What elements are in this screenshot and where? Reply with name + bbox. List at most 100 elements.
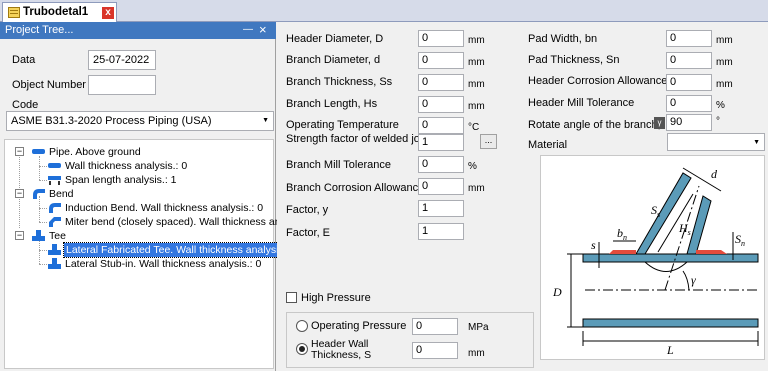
branch-thickness-unit: mm — [468, 79, 485, 90]
pad-width-value: 0 — [670, 32, 677, 44]
left-pad — [609, 250, 636, 254]
dim-gamma-label: γ — [691, 273, 696, 287]
right-pad — [696, 250, 727, 254]
dim-bn-label: bn — [617, 226, 627, 242]
tab-trubodetal1[interactable]: Trubodetal1 x — [2, 2, 117, 22]
tab-close-icon[interactable]: x — [102, 7, 114, 19]
branch-diameter-label: Branch Diameter, d — [286, 54, 381, 66]
operating-pressure-radio[interactable] — [296, 320, 308, 332]
collapse-icon[interactable]: − — [15, 231, 24, 240]
operating-temperature-field[interactable]: 0 — [418, 117, 464, 134]
lateral-tee-diagram: d Ss Hs bn Sn s D γ L — [540, 155, 765, 360]
header-wall-label-line2: Thickness, S — [311, 349, 372, 361]
miter-bend-icon — [49, 217, 61, 227]
factor-e-label: Factor, E — [286, 227, 331, 239]
operating-pressure-label: Operating Pressure — [311, 320, 407, 332]
object-number-field[interactable] — [88, 75, 156, 95]
pad-width-label: Pad Width, bn — [528, 33, 598, 45]
pad-thickness-label: Pad Thickness, Sn — [528, 54, 620, 66]
pad-thickness-unit: mm — [716, 57, 733, 68]
branch-corrosion-field[interactable]: 0 — [418, 178, 464, 195]
tree-node-label: Pipe. Above ground — [49, 146, 141, 158]
tree-node-label: Span length analysis.: 1 — [65, 174, 177, 186]
document-icon — [8, 7, 20, 18]
header-wall-thickness-unit: mm — [468, 348, 485, 359]
collapse-icon[interactable]: − — [15, 189, 24, 198]
branch-mill-tolerance-field[interactable]: 0 — [418, 156, 464, 173]
strength-factor-browse-button[interactable]: ... — [480, 134, 497, 149]
operating-temperature-unit: °C — [468, 122, 480, 133]
factor-y-value: 1 — [422, 202, 429, 214]
panel-close-icon[interactable]: × — [259, 22, 267, 37]
dim-hs-label: Hs — [678, 221, 691, 237]
data-label: Data — [12, 54, 36, 66]
factor-y-field[interactable]: 1 — [418, 200, 464, 217]
high-pressure-label: High Pressure — [301, 292, 371, 304]
header-diameter-label: Header Diameter, D — [286, 33, 384, 45]
lateral-tee-drawing: d Ss Hs bn Sn s D γ L — [552, 167, 759, 357]
operating-temperature-value: 0 — [422, 119, 429, 131]
tree-node-label: Miter bend (closely spaced). Wall thickn… — [65, 216, 310, 228]
operating-pressure-field[interactable]: 0 — [412, 318, 458, 335]
branch-thickness-field[interactable]: 0 — [418, 74, 464, 91]
branch-diameter-field[interactable]: 0 — [418, 52, 464, 69]
data-field-value: 25-07-2022 — [93, 54, 150, 66]
data-field[interactable]: 25-07-2022 — [88, 50, 156, 70]
branch-diameter-unit: mm — [468, 57, 485, 68]
tree-node-label: Lateral Stub-in. Wall thickness analysis… — [65, 258, 262, 270]
material-select[interactable]: ▼ — [667, 133, 765, 151]
branch-diameter-value: 0 — [422, 54, 429, 66]
header-mill-tolerance-field[interactable]: 0 — [666, 95, 712, 112]
pad-thickness-value: 0 — [670, 54, 677, 66]
header-diameter-field[interactable]: 0 — [418, 30, 464, 47]
header-corrosion-label: Header Corrosion Allowance — [528, 75, 668, 87]
header-mill-tolerance-unit: % — [716, 100, 725, 111]
pipe-icon — [48, 163, 61, 168]
rotate-angle-unit: ° — [716, 116, 720, 127]
branch-length-value: 0 — [422, 98, 429, 110]
header-corrosion-value: 0 — [670, 76, 677, 88]
tee-icon — [48, 244, 61, 255]
pipe-icon — [32, 149, 45, 154]
branch-thickness-label: Branch Thickness, Ss — [286, 76, 393, 88]
code-label: Code — [12, 99, 39, 111]
pin-icon[interactable]: — — [243, 24, 253, 35]
code-select[interactable]: ASME B31.3-2020 Process Piping (USA) ▼ — [6, 111, 274, 131]
dim-d-label: d — [711, 167, 718, 181]
project-tree-view[interactable]: − Pipe. Above ground Wall thickness anal… — [4, 139, 310, 369]
branch-mill-tolerance-label: Branch Mill Tolerance — [286, 159, 391, 171]
dim-ss-label: Ss — [651, 203, 660, 219]
pad-thickness-field[interactable]: 0 — [666, 52, 712, 69]
dim-L-label: L — [666, 343, 674, 357]
header-corrosion-field[interactable]: 0 — [666, 74, 712, 91]
factor-e-field[interactable]: 1 — [418, 223, 464, 240]
pad-width-unit: mm — [716, 35, 733, 46]
header-wall-thickness-radio[interactable] — [296, 343, 308, 355]
material-label: Material — [528, 139, 568, 151]
branch-mill-tolerance-value: 0 — [422, 158, 429, 170]
strength-factor-field[interactable]: 1 — [418, 134, 464, 151]
factor-e-value: 1 — [422, 225, 429, 237]
branch-corrosion-value: 0 — [422, 180, 429, 192]
collapse-icon[interactable]: − — [15, 147, 24, 156]
tee-icon — [32, 230, 45, 241]
chevron-down-icon: ▼ — [753, 139, 760, 146]
chevron-down-icon: ▼ — [262, 117, 269, 124]
span-icon — [48, 176, 61, 185]
operating-pressure-unit: MPa — [468, 322, 489, 333]
header-wall-thickness-field[interactable]: 0 — [412, 342, 458, 359]
tree-node-label: Tee — [49, 230, 66, 242]
rotate-angle-field[interactable]: 90 — [666, 114, 712, 131]
branch-length-field[interactable]: 0 — [418, 96, 464, 113]
branch-thickness-value: 0 — [422, 76, 429, 88]
document-tab-strip: Trubodetal1 x — [0, 0, 768, 22]
pad-width-field[interactable]: 0 — [666, 30, 712, 47]
branch-length-label: Branch Length, Hs — [286, 98, 378, 110]
high-pressure-checkbox[interactable] — [286, 292, 297, 303]
panel-title: Project Tree... — [5, 24, 74, 36]
header-bottom-wall — [582, 318, 759, 328]
angle-gamma-icon: γ — [654, 117, 665, 129]
operating-pressure-value: 0 — [416, 320, 423, 332]
tree-node-label: Bend — [49, 188, 74, 200]
operating-temperature-label: Operating Temperature — [286, 119, 399, 131]
